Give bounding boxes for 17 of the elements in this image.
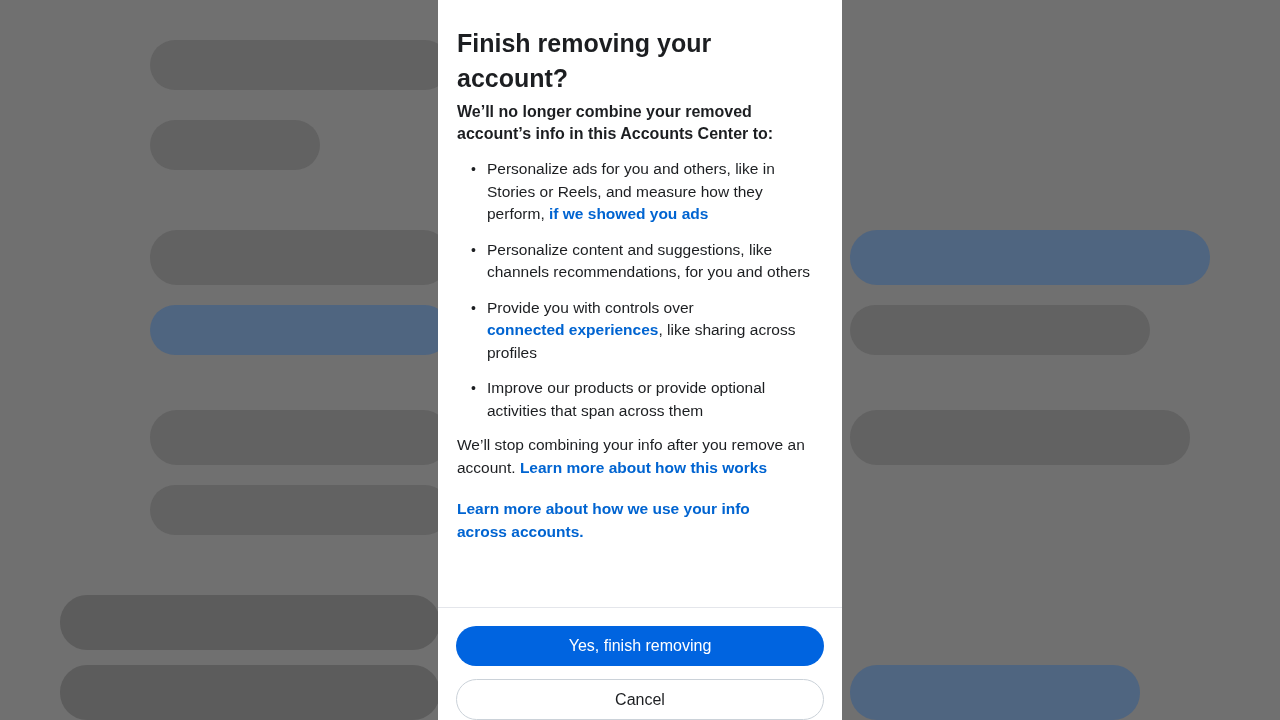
info-link[interactable]: Learn more about how we use your info across accounts.	[457, 498, 787, 543]
bullet-mark: •	[471, 298, 477, 318]
bullet-mark: •	[471, 379, 477, 398]
bullet-text: Personalize ads for you and others, like in Stories or Reels, and measure how they perform, if we showed you ads	[487, 159, 776, 224]
link[interactable]: connected experiences	[487, 321, 659, 338]
intro-text: We’ll no longer combine your removed account’s info in this Accounts Center to:	[457, 102, 775, 144]
confirm-button[interactable]: Yes, finish removing	[456, 626, 824, 667]
bullet-mark: •	[471, 160, 477, 179]
bullet-text: Personalize content and suggestions, like channels recommendations, for you and others	[487, 239, 812, 282]
bullet-mark: •	[471, 240, 477, 260]
info-text: We’ll stop combining your info after you remove an account. Learn more about how this works	[457, 435, 806, 478]
bullet-text: Provide you with controls over connected experiences, like sharing across profiles	[487, 297, 797, 363]
cancel-button[interactable]: Cancel	[456, 679, 824, 720]
dialog-title: Finish removing your account?	[457, 28, 713, 94]
link[interactable]: Learn more about how this works	[519, 458, 768, 476]
link[interactable]: if we showed you ads	[549, 205, 709, 222]
bullet-text: Improve our products or provide optional activities that span across them	[487, 378, 767, 421]
